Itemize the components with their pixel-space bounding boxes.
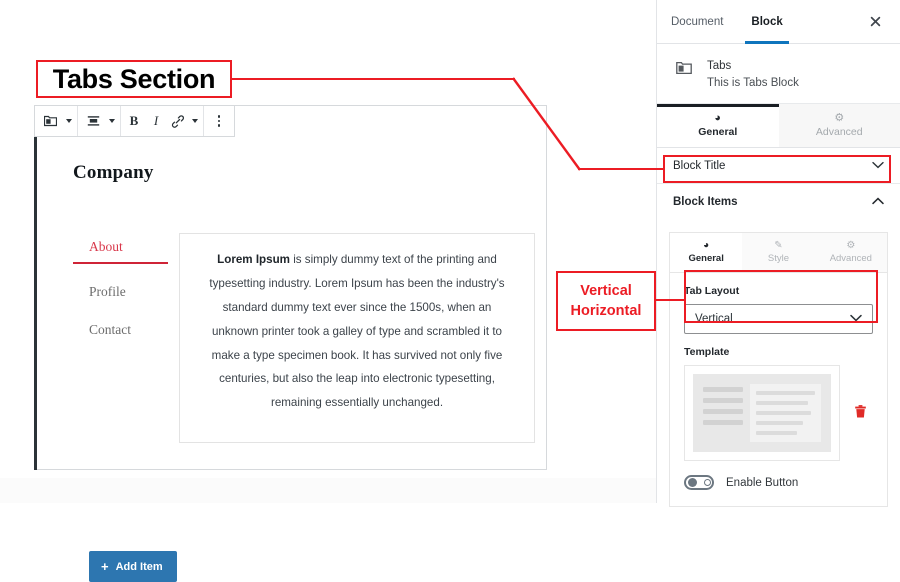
template-field: Template: [670, 334, 887, 461]
tab-about[interactable]: About: [73, 233, 168, 264]
block-item-tabs: ◕ General ✎ Style ⚙ Advanced: [670, 233, 887, 273]
toggle-off-icon[interactable]: [684, 475, 714, 490]
tab-general[interactable]: ◕ General: [657, 104, 779, 147]
annotation-horizontal-label: Horizontal: [571, 302, 642, 320]
item-tab-advanced[interactable]: ⚙ Advanced: [815, 233, 887, 272]
dashboard-icon: ◕: [714, 113, 721, 124]
item-tab-style[interactable]: ✎ Style: [742, 233, 814, 272]
align-icon[interactable]: [80, 106, 106, 136]
annotation-tabs-section-label: Tabs Section: [53, 64, 215, 95]
item-tab-general[interactable]: ◕ General: [670, 233, 742, 272]
annotation-connector-segment-3: [578, 168, 664, 170]
more-vertical-icon[interactable]: [206, 106, 232, 136]
tab-general-label: General: [698, 126, 737, 138]
accordion-block-items[interactable]: Block Items: [657, 184, 900, 220]
item-tab-general-label: General: [688, 253, 723, 264]
more-formats-chevron-down-icon[interactable]: [189, 106, 201, 136]
trash-icon[interactable]: [848, 404, 873, 422]
tab-contact[interactable]: Contact: [73, 316, 188, 345]
tab-document[interactable]: Document: [657, 0, 737, 43]
block-heading: Company: [73, 162, 530, 184]
block-selection-indicator: [34, 105, 37, 470]
tab-content-lead: Lorem Ipsum: [217, 253, 290, 266]
tab-advanced[interactable]: ⚙ Advanced: [779, 104, 900, 147]
pencil-icon: ✎: [774, 241, 782, 251]
add-item-button[interactable]: + Add Item: [89, 551, 177, 582]
tabs-block-content: Company About Profile Contact Lorem Ipsu…: [35, 138, 546, 469]
block-settings-sidebar: Document Block Tabs This is Tabs Block: [656, 0, 900, 503]
toolbar-group-options: [204, 106, 234, 136]
toolbar-group-format: B I: [121, 106, 204, 136]
template-label: Template: [684, 346, 873, 358]
align-chevron-down-icon[interactable]: [106, 106, 118, 136]
tab-content-panel: Lorem Ipsum is simply dummy text of the …: [179, 233, 535, 443]
annotation-connector-tab-layout: [654, 299, 686, 301]
tabs-block-icon: [673, 60, 695, 75]
thumbnail-content-column: [750, 384, 821, 442]
chevron-up-icon: [872, 196, 884, 208]
bold-button[interactable]: B: [123, 106, 145, 136]
dashboard-icon: ◕: [703, 241, 709, 251]
block-toolbar[interactable]: B I: [34, 105, 235, 137]
enable-button-row: Enable Button: [670, 461, 887, 506]
annotation-connector-diagonal: [510, 74, 586, 174]
tab-content-body: is simply dummy text of the printing and…: [209, 253, 504, 409]
annotation-highlight-tab-layout: [684, 270, 878, 323]
gear-icon: ⚙: [834, 113, 844, 124]
tab-block[interactable]: Block: [737, 0, 796, 43]
sidebar-tabbar: Document Block: [657, 0, 900, 44]
block-info-title: Tabs: [707, 60, 799, 72]
sidebar-primary-tabs: ◕ General ⚙ Advanced: [657, 104, 900, 148]
tab-advanced-label: Advanced: [816, 126, 863, 138]
enable-button-label: Enable Button: [726, 477, 798, 489]
plus-icon: +: [101, 560, 109, 573]
item-tab-advanced-label: Advanced: [830, 253, 872, 264]
tab-profile[interactable]: Profile: [73, 278, 188, 307]
annotation-vertical-label: Vertical: [580, 282, 632, 300]
gear-icon: ⚙: [846, 241, 855, 251]
tabs-list: About Profile Contact: [73, 233, 188, 345]
close-icon[interactable]: [860, 0, 890, 43]
italic-button[interactable]: I: [145, 106, 167, 136]
canvas-bottom-strip: [0, 478, 656, 503]
thumbnail-tabs-column: [703, 384, 743, 442]
annotation-highlight-block-title: [663, 155, 891, 183]
annotation-vertical-horizontal: Vertical Horizontal: [556, 271, 656, 331]
block-type-icon[interactable]: [37, 106, 63, 136]
link-icon[interactable]: [167, 106, 189, 136]
template-thumbnail[interactable]: [684, 365, 840, 461]
block-info-description: This is Tabs Block: [707, 77, 799, 89]
accordion-block-items-label: Block Items: [673, 196, 738, 208]
annotation-tabs-section: Tabs Section: [36, 60, 232, 98]
add-item-label: Add Item: [116, 561, 163, 573]
annotation-connector-segment-1: [232, 78, 515, 80]
block-type-chevron-down-icon[interactable]: [63, 106, 75, 136]
tabs-block-container[interactable]: Company About Profile Contact Lorem Ipsu…: [34, 105, 547, 470]
toolbar-group-align: [78, 106, 121, 136]
block-info: Tabs This is Tabs Block: [657, 44, 900, 104]
toolbar-group-blocktype: [35, 106, 78, 136]
item-tab-style-label: Style: [768, 253, 789, 264]
